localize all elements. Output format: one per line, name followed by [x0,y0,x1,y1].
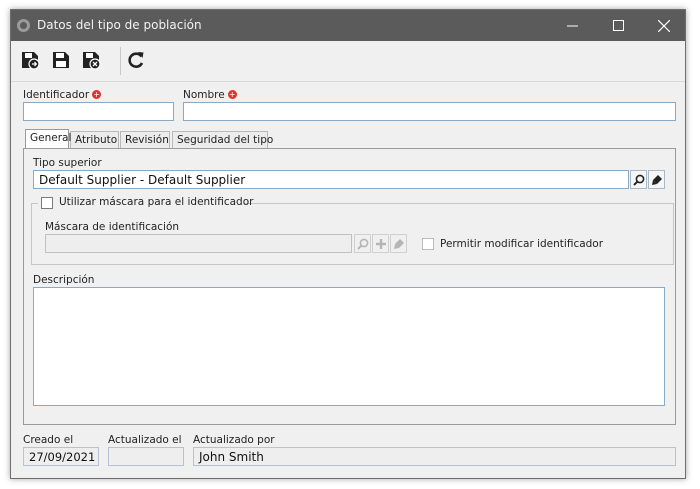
tab-seguridad-del-tipo[interactable]: Seguridad del tipo [172,131,273,148]
toolbar-separator [120,47,121,75]
minimize-button[interactable] [549,10,595,41]
window-title: Datos del tipo de población [37,18,202,32]
app-icon [17,19,30,32]
save-icon [53,52,69,68]
save-close-icon [83,52,101,70]
nombre-input[interactable] [183,102,676,121]
search-icon [356,238,368,250]
plus-icon [375,238,386,249]
creado-el-field: 27/09/2021 [23,447,99,466]
required-icon: + [92,90,102,99]
permitir-modificar-label: Permitir modificar identificador [440,238,604,250]
permitir-modificar-checkbox[interactable] [422,238,434,250]
maximize-icon [612,20,624,31]
actualizado-por-label: Actualizado por [193,434,275,446]
search-tipo-button[interactable] [630,170,647,189]
minimize-icon [566,25,578,27]
tab-revision[interactable]: Revisión [120,131,170,148]
tipo-superior-input[interactable]: Default Supplier - Default Supplier [33,170,629,189]
tab-atributo[interactable]: Atributo [70,131,119,148]
dialog-window: Datos del tipo de población Identificado… [10,9,686,479]
title-bar[interactable]: Datos del tipo de población [11,10,685,41]
creado-el-label: Creado el [23,434,74,446]
usar-mascara-label: Utilizar máscara para el identificador [59,196,254,208]
usar-mascara-checkbox[interactable] [41,197,53,209]
save-new-icon [22,52,40,70]
refresh-button[interactable] [123,47,149,73]
tipo-superior-label: Tipo superior [33,157,102,169]
identificador-label: Identificador + [23,89,102,101]
clear-tipo-button[interactable] [648,170,665,189]
mascara-group-legend: Utilizar máscara para el identificador [38,196,253,210]
toolbar [11,41,685,82]
descripcion-textarea[interactable] [33,287,665,406]
descripcion-label: Descripción [33,274,95,286]
close-icon [658,19,670,32]
search-mascara-button[interactable] [354,234,371,253]
required-icon: + [227,90,237,99]
clear-mascara-button[interactable] [390,234,407,253]
save-button[interactable] [48,47,74,73]
save-new-button[interactable] [17,47,43,73]
identificador-input[interactable] [23,102,174,121]
refresh-icon [128,52,144,68]
maximize-button[interactable] [595,10,641,41]
eraser-icon [651,174,662,185]
mascara-input[interactable] [45,234,352,253]
search-icon [632,174,644,186]
actualizado-por-field: John Smith [193,447,676,466]
eraser-icon [393,238,404,249]
actualizado-el-field [108,447,184,466]
add-mascara-button[interactable] [372,234,389,253]
mascara-label: Máscara de identificación [45,221,180,233]
save-close-button[interactable] [78,47,104,73]
nombre-label: Nombre + [183,89,237,101]
tab-general[interactable]: General [25,129,71,148]
close-button[interactable] [641,10,687,41]
actualizado-el-label: Actualizado el [108,434,182,446]
